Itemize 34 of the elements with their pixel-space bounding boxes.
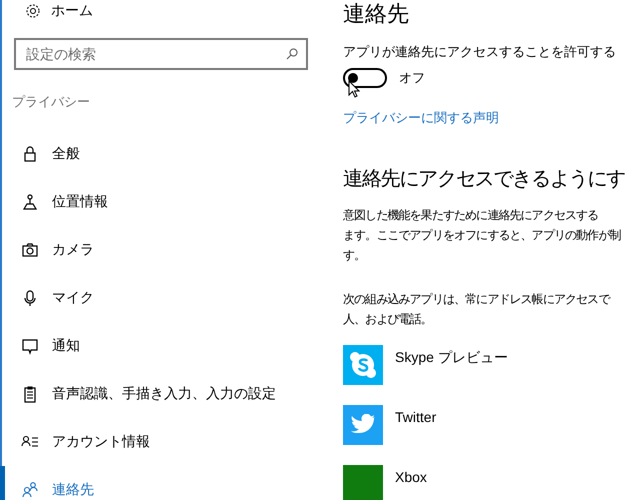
sidebar-item[interactable]: アカウント情報 — [0, 418, 320, 466]
sidebar-item[interactable]: 通知 — [0, 322, 320, 370]
body-text-line: ます。ここでアプリをオフにすると、アプリの動作が制 — [343, 227, 621, 244]
cursor-icon — [348, 80, 360, 98]
camera-icon — [21, 240, 39, 258]
search-field[interactable]: 設定の検索 — [14, 38, 308, 70]
skype-logo-icon — [349, 351, 377, 379]
app-name: Skype プレビュー — [395, 348, 508, 367]
body-text-line: 意図した機能を果たすために連絡先にアクセスする — [343, 207, 598, 224]
gear-icon — [25, 2, 41, 18]
sidebar-item[interactable]: 全般 — [0, 130, 320, 178]
sidebar-item[interactable]: カメラ — [0, 226, 320, 274]
section-heading: 連絡先にアクセスできるようにす — [343, 167, 626, 192]
bird-icon — [350, 414, 376, 436]
app-name: Twitter — [395, 408, 436, 427]
sidebar-item[interactable]: 音声認識、手描き入力、入力の設定 — [0, 370, 320, 418]
sidebar-item[interactable]: 連絡先 — [0, 466, 320, 500]
home-link[interactable]: ホーム — [51, 0, 93, 21]
body-text-line: す。 — [343, 247, 366, 264]
notify-icon — [21, 336, 39, 354]
sidebar-item[interactable]: 位置情報 — [0, 178, 320, 226]
page-title: 連絡先 — [343, 0, 409, 28]
location-icon — [21, 192, 39, 210]
toggle-label: アプリが連絡先にアクセスすることを許可する — [343, 43, 616, 61]
body-text-line: 人、および電話。 — [343, 311, 432, 328]
app-name: Xbox — [395, 468, 427, 487]
sidebar-item[interactable]: マイク — [0, 274, 320, 322]
section-heading: プライバシー — [12, 93, 90, 111]
privacy-link[interactable]: プライバシーに関する声明 — [343, 108, 499, 127]
app-tile-icon — [343, 465, 383, 500]
body-text-line: 次の組み込みアプリは、常にアドレス帳にアクセスで — [343, 291, 610, 308]
toggle-state: オフ — [399, 68, 425, 87]
contacts-icon — [21, 480, 39, 498]
search-icon — [286, 48, 298, 60]
